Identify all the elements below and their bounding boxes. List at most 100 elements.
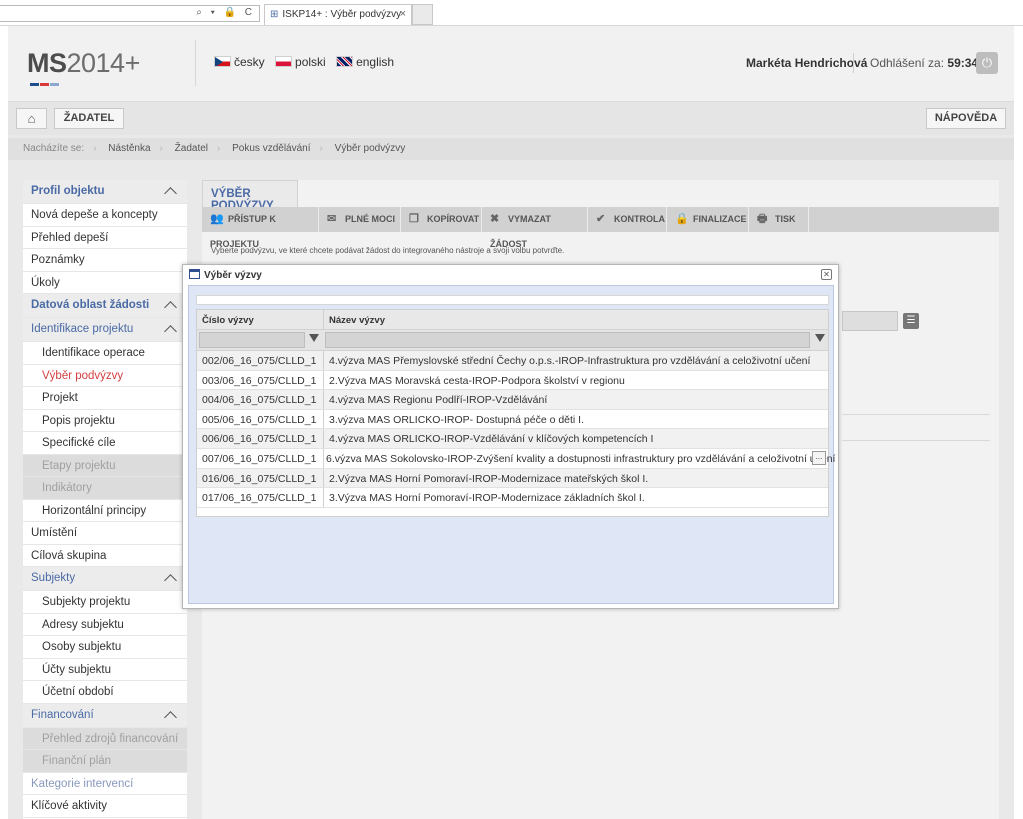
chevron-up-icon[interactable] (164, 574, 177, 587)
tab-close-icon[interactable]: × (400, 8, 406, 20)
user-name[interactable]: Markéta Hendrichová (746, 56, 867, 70)
action-kopírovat[interactable]: ❐ KOPÍROVAT (401, 207, 482, 232)
table-row[interactable]: 004/06_16_075/CLLD_15_... 4.výzva MAS Reg… (197, 390, 828, 410)
header-divider (195, 40, 196, 86)
chevron-up-icon[interactable] (164, 187, 177, 200)
language-switcher: česky polski english (214, 55, 401, 69)
lang-english[interactable]: english (336, 55, 394, 69)
breadcrumb-item-current: Výběr podvýzvy (334, 143, 406, 154)
table-row[interactable]: 006/06_16_075/CLLD_15_... 4.výzva MAS ORL… (197, 429, 828, 449)
dialog-title: Výběr výzvy (189, 269, 262, 281)
sidebar-item[interactable]: Osoby subjektu (23, 636, 187, 659)
tab-title: ISKP14+ : Výběr podvýzvy (282, 9, 402, 20)
cell-nazev: 2.Výzva MAS Horní Pomoraví-IROP-Moderniz… (329, 472, 649, 485)
sidebar-item[interactable]: Cílová skupina (23, 545, 187, 567)
table-row[interactable]: 005/06_16_075/CLLD_15_... 3.výzva MAS ORL… (197, 409, 828, 430)
sidebar-item-label: Účty subjektu (42, 663, 112, 676)
action-finalizace[interactable]: 🔒 FINALIZACE (667, 207, 749, 232)
sidebar-item[interactable]: Výběr podvýzvy (23, 365, 187, 387)
sidebar-item[interactable]: Nová depeše a koncepty (23, 204, 187, 227)
sidebar-item[interactable]: Účty subjektu (23, 659, 187, 681)
chevron-up-icon[interactable] (164, 710, 177, 724)
sidebar-item-label: Datová oblast žádosti (31, 299, 150, 311)
sidebar-item-label: Horizontální principy (42, 504, 147, 517)
sidebar-item[interactable]: Identifikace operace (23, 342, 187, 365)
sidebar-item[interactable]: Subjekty (23, 567, 187, 591)
action-icon: 👥 (210, 213, 224, 225)
sidebar-item-label: Indikátory (42, 482, 92, 494)
home-button[interactable]: ⌂ (16, 108, 47, 129)
sidebar-item[interactable]: Popis projektu (23, 410, 187, 432)
podvyzva-field[interactable] (842, 311, 898, 331)
filter-input-nazev[interactable] (325, 332, 810, 348)
action-bar: 👥 PŘÍSTUP K PROJEKTU ✉ PLNÉ MOCI ❐ KOPÍROVAT ✖… (202, 207, 999, 249)
window-icon (189, 269, 200, 279)
address-bar[interactable]: ⌕ ▾ 🔒 C (0, 5, 260, 22)
tab-vyber-podvyzvy[interactable]: VÝBĚR PODVÝZVY (202, 180, 298, 212)
action-plné-moci[interactable]: ✉ PLNÉ MOCI (319, 207, 401, 232)
action-vymazat-žádost[interactable]: ✖ VYMAZAT ŽÁDOST (482, 207, 588, 249)
sidebar-item[interactable]: Poznámky (23, 249, 187, 272)
sidebar-item[interactable]: Datová oblast žádosti (23, 294, 187, 318)
table-row[interactable]: 017/06_16_075/CLLD_16_... 3.Výzva MAS Hor… (197, 488, 828, 508)
sidebar-item-label: Specifické cíle (42, 437, 116, 449)
more-button[interactable]: ... (812, 450, 826, 465)
sidebar-item[interactable]: Identifikace projektu (23, 318, 187, 342)
breadcrumb-item[interactable]: Pokus vzdělávání (232, 143, 310, 154)
uk-flag-icon (336, 56, 354, 67)
action-přístup-k-projektu[interactable]: 👥 PŘÍSTUP K PROJEKTU (202, 207, 319, 249)
sidebar-item[interactable]: Projekt (23, 387, 187, 410)
table-row[interactable]: 003/06_16_075/CLLD_15_... 2.Výzva MAS Mor… (197, 370, 828, 391)
sidebar-item: Etapy projektu (23, 454, 187, 477)
filter-icon[interactable] (815, 334, 825, 342)
sidebar-item[interactable]: Úkoly (23, 272, 187, 294)
cell-nazev: 2.Výzva MAS Moravská cesta-IROP-Podpora … (329, 374, 625, 387)
sidebar-item-label: Projekt (42, 392, 78, 404)
filter-icon[interactable] (309, 334, 319, 342)
browser-tab[interactable]: ⊞ ISKP14+ : Výběr podvýzvy × (264, 4, 412, 25)
action-icon: 🔒 (675, 213, 689, 225)
sidebar-item[interactable]: Klíčové aktivity (23, 795, 187, 818)
chevron-up-icon[interactable] (164, 301, 177, 314)
address-bar-icons[interactable]: ⌕ ▾ 🔒 C (196, 7, 255, 18)
zadatel-button[interactable]: ŽADATEL (54, 108, 124, 129)
column-header-nazev[interactable]: Název výzvy (329, 315, 385, 326)
sidebar-item[interactable]: Specifické cíle (23, 432, 187, 455)
sidebar-item[interactable]: Účetní období (23, 681, 187, 704)
lang-polski[interactable]: polski (275, 55, 326, 69)
sidebar-item-label: Úkoly (31, 276, 60, 289)
close-icon[interactable]: ✕ (821, 269, 832, 280)
sidebar-item[interactable]: Horizontální principy (23, 500, 187, 522)
sidebar-item[interactable]: Financování (23, 703, 187, 728)
action-tisk[interactable]: 🖶 TISK (749, 207, 809, 232)
power-icon[interactable]: ⏻ (976, 52, 998, 74)
lang-cesky[interactable]: česky (214, 55, 265, 69)
logo[interactable]: MS2014+ (27, 48, 140, 79)
breadcrumb-item[interactable]: Nástěnka (108, 143, 150, 154)
czech-flag-icon (214, 56, 231, 67)
sidebar-item[interactable]: Umístění (23, 522, 187, 545)
table-row[interactable]: 002/06_16_075/CLLD_15_... 4.výzva MAS Pře… (197, 351, 828, 371)
grid-rows: 002/06_16_075/CLLD_15_... 4.výzva MAS Pře… (197, 351, 835, 508)
chevron-up-icon[interactable] (164, 325, 177, 338)
breadcrumb-item[interactable]: Žadatel (175, 143, 208, 154)
sidebar-item-label: Financování (31, 708, 94, 721)
table-row[interactable]: 016/06_16_075/CLLD_16_... 2.Výzva MAS Hor… (197, 468, 828, 489)
napoveda-button[interactable]: NÁPOVĚDA (926, 108, 1006, 129)
sidebar-item[interactable]: Kategorie intervencí (23, 773, 187, 795)
filter-input-cislo[interactable] (199, 332, 305, 348)
sidebar-item[interactable]: Adresy subjektu (23, 614, 187, 636)
new-tab-button[interactable] (412, 4, 433, 25)
divider (842, 414, 990, 415)
sidebar-item-label: Subjekty projektu (42, 596, 131, 608)
list-icon[interactable]: ☰ (903, 313, 919, 329)
header-divider-2 (853, 53, 854, 73)
sidebar-item[interactable]: Profil objektu (23, 180, 187, 204)
sidebar-item-label: Adresy subjektu (42, 618, 124, 631)
sidebar-item[interactable]: Subjekty projektu (23, 591, 187, 614)
table-row[interactable]: 007/06_16_075/CLLD_15_... 6.výzva MAS Sok… (197, 448, 835, 469)
sidebar-item[interactable]: Přehled depeší (23, 227, 187, 249)
action-kontrola[interactable]: ✔ KONTROLA (588, 207, 667, 232)
column-header-cislo[interactable]: Číslo výzvy (202, 315, 254, 326)
vyber-vyzvy-dialog: Výběr výzvy ✕ Číslo výzvy Název výzvy 00… (182, 264, 839, 609)
